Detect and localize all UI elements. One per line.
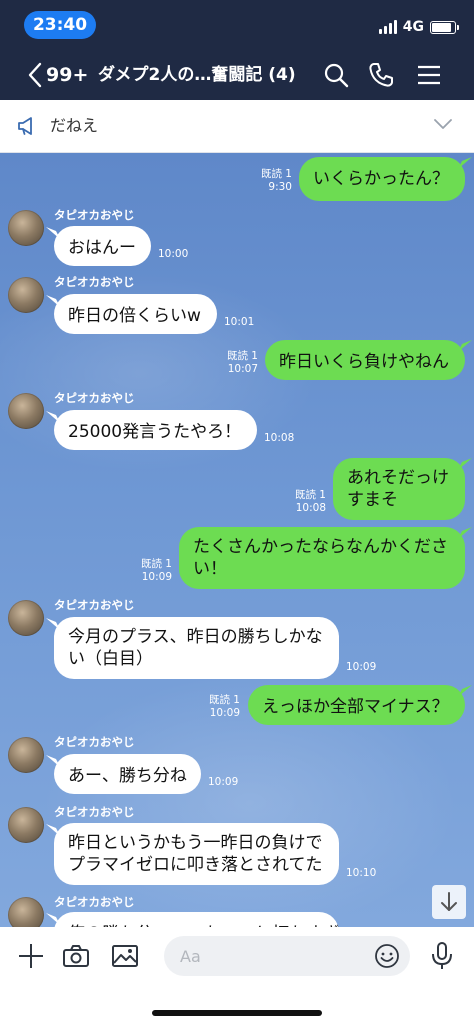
chat-header: 23:40 4G 99+ ダメプ2人の…奮闘記 (4) (0, 0, 474, 100)
back-count[interactable]: 99+ (46, 62, 88, 88)
emoji-icon[interactable] (374, 943, 400, 969)
avatar[interactable] (8, 807, 44, 843)
message-time: 10:07 (227, 363, 258, 375)
message-bubble[interactable]: おはんー (54, 226, 151, 266)
message-time: 10:08 (295, 502, 326, 514)
message-time: 10:08 (264, 432, 295, 444)
message-line: たくさんかったならなんかくださ (193, 537, 448, 557)
message-line: すまそ (347, 490, 398, 510)
message-time: 10:10 (346, 867, 377, 879)
home-indicator (152, 1010, 322, 1016)
message-bubble[interactable]: 昨日というかもう一昨日の負けで プラマイゼロに叩き落とされてた (54, 823, 339, 885)
room-title[interactable]: ダメプ2人の…奮闘記 (4) (98, 62, 298, 88)
read-receipt: 既読 1 (140, 558, 172, 570)
scroll-to-bottom-button[interactable] (432, 885, 466, 919)
plus-icon[interactable] (16, 941, 46, 971)
read-receipt: 既読 1 (226, 350, 258, 362)
message-line: プラマイゼロに叩き落とされてた (68, 855, 323, 875)
read-receipt: 既読 1 (294, 489, 326, 501)
network-type: 4G (402, 19, 424, 35)
message-bubble[interactable]: たくさんかったならなんかくださ い！ (179, 527, 465, 589)
message-bubble[interactable]: あー、勝ち分ね (54, 754, 201, 794)
message-time: 10:00 (158, 248, 189, 260)
message-meta: 既読 1 10:09 (134, 558, 172, 584)
avatar[interactable] (8, 600, 44, 636)
message-time: 10:09 (209, 707, 240, 719)
message-bubble[interactable]: 今月のプラス、昨日の勝ちしかな い（白目） (54, 617, 339, 679)
chevron-down-icon[interactable] (434, 118, 452, 130)
message-bubble[interactable]: 昨日の倍くらいw (54, 294, 217, 334)
avatar[interactable] (8, 277, 44, 313)
arrow-down-icon (441, 892, 457, 911)
sender-name: タピオカおやじ (54, 208, 135, 222)
image-icon[interactable] (110, 941, 140, 971)
message-line: 昨日というかもう一昨日の負けで (68, 833, 323, 853)
message-time: 9:30 (268, 181, 292, 193)
avatar[interactable] (8, 737, 44, 773)
message-meta: 既読 1 10:08 (288, 489, 326, 515)
avatar[interactable] (8, 393, 44, 429)
sender-name: タピオカおやじ (54, 275, 135, 289)
megaphone-icon (18, 117, 32, 135)
input-bar (0, 927, 474, 1024)
microphone-icon[interactable] (427, 941, 457, 971)
message-line: あれそだっけ (347, 468, 449, 488)
battery-icon (430, 20, 459, 34)
sender-name: タピオカおやじ (54, 895, 135, 909)
message-bubble[interactable]: あれそだっけ すまそ (333, 458, 465, 520)
message-line: い！ (193, 559, 227, 579)
search-icon[interactable] (321, 60, 351, 90)
message-line: い（白目） (68, 649, 153, 669)
sender-name: タピオカおやじ (54, 391, 135, 405)
status-indicators: 4G (378, 14, 459, 40)
status-time: 23:40 (24, 11, 96, 39)
message-time: 10:09 (141, 571, 172, 583)
message-bubble[interactable]: 25000発言うたやろ！ (54, 410, 257, 450)
message-line: 今月のプラス、昨日の勝ちしかな (68, 627, 323, 647)
menu-icon[interactable] (414, 60, 444, 90)
back-chevron-icon[interactable] (28, 62, 42, 88)
camera-icon[interactable] (61, 941, 91, 971)
sender-name: タピオカおやじ (54, 805, 135, 819)
read-receipt: 既読 1 (208, 694, 240, 706)
message-bubble[interactable]: 昨日いくら負けやねん (265, 340, 465, 380)
avatar[interactable] (8, 210, 44, 246)
sender-name: タピオカおやじ (54, 735, 135, 749)
read-receipt: 既読 1 (260, 168, 292, 180)
message-meta: 既読 1 10:09 (204, 694, 240, 720)
message-meta: 既読 1 10:07 (222, 350, 258, 376)
chat-area[interactable]: 既読 1 9:30 いくらかったん？ タピオカおやじ おはんー 10:00 タピ… (0, 153, 474, 927)
message-time: 10:09 (208, 776, 239, 788)
message-bubble[interactable]: いくらかったん？ (299, 157, 465, 201)
phone-icon[interactable] (366, 60, 396, 90)
message-meta: 既読 1 9:30 (250, 168, 292, 194)
signal-icon (378, 20, 397, 34)
avatar[interactable] (8, 897, 44, 927)
message-time: 10:09 (346, 661, 377, 673)
message-bubble[interactable]: えっほか全部マイナス？ (248, 685, 465, 725)
message-time: 10:01 (224, 316, 255, 328)
sender-name: タピオカおやじ (54, 598, 135, 612)
message-bubble[interactable]: 俺の勝ち分・・・ちょっと打ちすぎた (54, 912, 339, 927)
announcement-text: だねえ (50, 116, 99, 135)
announcement-bar[interactable]: だねえ (0, 100, 474, 153)
